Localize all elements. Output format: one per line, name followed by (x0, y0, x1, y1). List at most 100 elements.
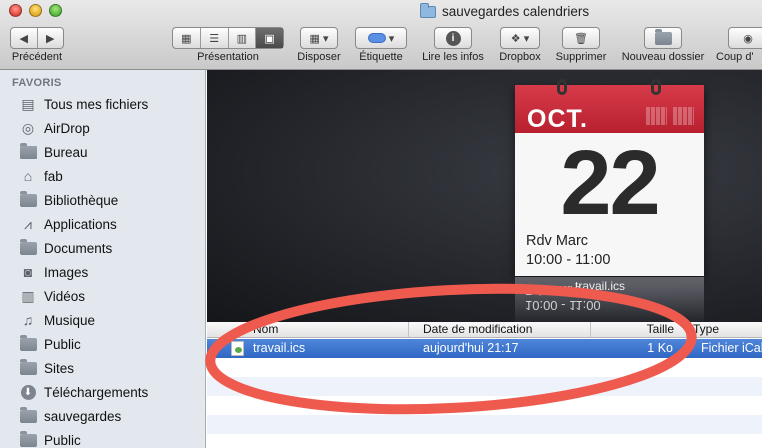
back-button[interactable]: ◀ (11, 28, 38, 48)
sidebar-section-header: FAVORIS (12, 77, 62, 89)
calendar-month: OCT. (527, 105, 588, 133)
ics-file-icon (231, 341, 244, 356)
calendar-file-preview[interactable]: OCT. 22 Rdv Marc 10:00 - 11:00 (515, 79, 704, 276)
all-files-icon: ▤ (21, 95, 35, 112)
sidebar-item-music[interactable]: ♫ Musique (0, 308, 206, 332)
minimize-window-button[interactable] (29, 4, 42, 17)
folder-icon (19, 358, 37, 376)
sidebar-item-documents[interactable]: Documents (0, 236, 206, 260)
quicklook-button[interactable]: ◉ (728, 27, 762, 49)
sidebar-item-label: Applications (44, 216, 117, 232)
new-folder-label: Nouveau dossier (621, 51, 705, 63)
sidebar-item-public-2[interactable]: Public (0, 428, 206, 448)
new-folder-icon (654, 28, 672, 45)
column-header-type[interactable]: Type (687, 322, 762, 338)
dropbox-icon: ❖ (510, 32, 521, 45)
airdrop-icon: ◎ (21, 119, 35, 136)
back-forward-control: ◀ ▶ (10, 27, 64, 49)
grid-icon: ▦ (181, 32, 192, 45)
home-icon: ⌂ (23, 168, 33, 184)
coverflow-view-button[interactable]: ▣ (256, 28, 283, 48)
close-window-button[interactable] (9, 4, 22, 17)
sidebar-item-images[interactable]: ◙ Images (0, 260, 206, 284)
forward-button[interactable]: ▶ (38, 28, 64, 48)
file-type: Fichier iCal (701, 341, 762, 355)
get-info-button[interactable]: i (434, 27, 472, 49)
file-modified: aujourd'hui 21:17 (423, 341, 519, 355)
sidebar-item-label: Bibliothèque (44, 192, 119, 208)
arrange-grid-icon: ▦ (309, 32, 320, 45)
toolbar: sauvegardes calendriers ◀ ▶ Précédent ▦ … (0, 0, 762, 70)
view-label: Présentation (197, 51, 259, 63)
binder-ring-icon (557, 79, 567, 95)
folder-icon (19, 406, 37, 424)
sidebar-item-airdrop[interactable]: ◎ AirDrop (0, 116, 206, 140)
desktop-icon (19, 142, 37, 160)
sidebar-item-label: Vidéos (44, 288, 86, 304)
columns-icon: ▥ (236, 32, 248, 45)
arrange-button[interactable]: ▦ ▾ (300, 27, 338, 49)
chevron-left-icon: ◀ (19, 32, 28, 45)
column-view-button[interactable]: ▥ (229, 28, 257, 48)
delete-button[interactable]: 🗑 (562, 27, 600, 49)
zoom-window-button[interactable] (49, 4, 62, 17)
applications-icon: ⩘ (24, 215, 32, 232)
back-label: Précédent (11, 51, 63, 63)
quicklook-label: Coup d' (716, 51, 754, 63)
folder-icon (19, 334, 37, 352)
sidebar-item-videos[interactable]: ▥ Vidéos (0, 284, 206, 308)
download-icon: ⬇ (19, 384, 37, 400)
sidebar-item-all-files[interactable]: ▤ Tous mes fichiers (0, 92, 206, 116)
arrange-label: Disposer (297, 51, 341, 63)
folder-icon (19, 190, 37, 208)
sidebar-item-public[interactable]: Public (0, 332, 206, 356)
sidebar: FAVORIS ▤ Tous mes fichiers ◎ AirDrop Bu… (0, 70, 206, 448)
sidebar-item-home[interactable]: ⌂ fab (0, 164, 206, 188)
tag-icon (367, 33, 386, 43)
new-folder-button[interactable] (644, 27, 682, 49)
sidebar-item-applications[interactable]: ⩘ Applications (0, 212, 206, 236)
sidebar-item-sauvegardes[interactable]: sauvegardes (0, 404, 206, 428)
view-mode-control: ▦ ☰ ▥ ▣ (172, 27, 284, 49)
sidebar-item-label: Sites (44, 360, 75, 376)
music-note-icon: ♫ (22, 312, 34, 328)
folder-icon (19, 430, 37, 448)
coverflow-icon: ▣ (264, 32, 275, 45)
get-info-label: Lire les infos (422, 51, 484, 63)
column-header-size[interactable]: Taille (591, 322, 687, 338)
calendar-grid-decoration (646, 107, 667, 125)
icon-view-button[interactable]: ▦ (173, 28, 201, 48)
tag-button[interactable]: ▾ (355, 27, 407, 49)
dropbox-button[interactable]: ❖ ▾ (500, 27, 540, 49)
chevron-right-icon: ▶ (46, 32, 55, 45)
coverflow-preview[interactable]: OCT. 22 Rdv Marc 10:00 - 11:00 travail.i… (207, 70, 762, 322)
folder-icon (420, 2, 436, 18)
preview-reflection: travail.ics 10:00 - 11:00 Rdv Marc (515, 277, 704, 322)
column-header-name[interactable]: Nom (247, 322, 409, 338)
sidebar-item-label: fab (44, 168, 63, 184)
sidebar-item-label: Téléchargements (44, 384, 149, 400)
list-header: Nom Date de modification Taille Type (207, 322, 762, 338)
chevron-down-icon: ▾ (322, 32, 329, 45)
empty-row (207, 377, 762, 396)
sidebar-item-library[interactable]: Bibliothèque (0, 188, 206, 212)
sidebar-item-label: Musique (44, 312, 96, 328)
sidebar-item-sites[interactable]: Sites (0, 356, 206, 380)
table-row[interactable]: travail.ics aujourd'hui 21:17 1 Ko Fichi… (207, 339, 762, 358)
list-view-button[interactable]: ☰ (201, 28, 229, 48)
calendar-header: OCT. (515, 85, 704, 133)
sidebar-item-label: Bureau (44, 144, 88, 160)
eye-icon: ◉ (743, 32, 753, 45)
column-header-modified[interactable]: Date de modification (409, 322, 591, 338)
event-title: Rdv Marc (526, 233, 589, 249)
calendar-event: Rdv Marc 10:00 - 11:00 (526, 232, 610, 270)
info-icon: i (445, 30, 461, 46)
reflection-event-text: 10:00 - 11:00 Rdv Marc (525, 283, 601, 313)
sidebar-item-label: sauvegardes (44, 408, 122, 424)
sidebar-item-downloads[interactable]: ⬇ Téléchargements (0, 380, 206, 404)
sidebar-item-desktop[interactable]: Bureau (0, 140, 206, 164)
documents-icon (19, 238, 37, 256)
sidebar-item-label: AirDrop (44, 120, 90, 136)
sidebar-item-label: Tous mes fichiers (44, 96, 149, 112)
event-time: 10:00 - 11:00 (526, 252, 611, 268)
